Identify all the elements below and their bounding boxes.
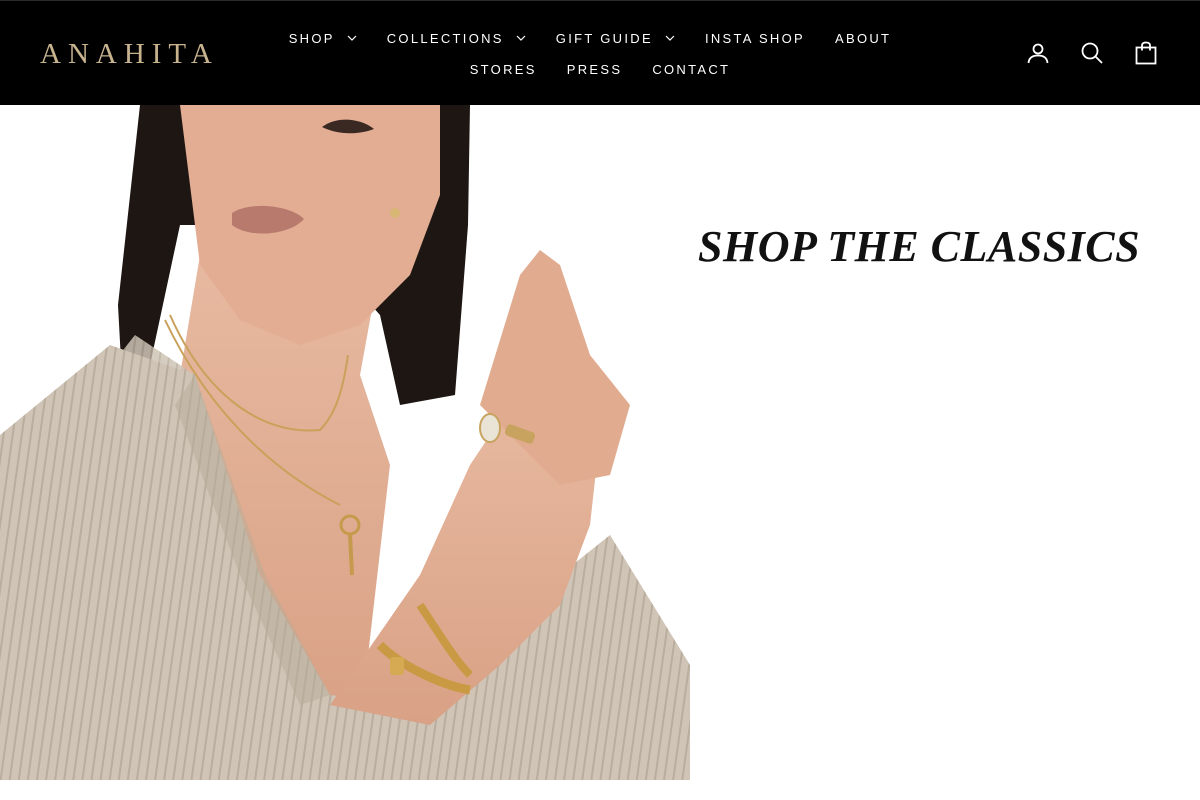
search-icon	[1081, 42, 1103, 64]
nav-item-about[interactable]: ABOUT	[835, 29, 891, 47]
main-nav-row-2: STORES PRESS CONTACT	[0, 60, 1200, 78]
bag-icon	[1135, 41, 1157, 65]
chevron-down-icon	[347, 35, 357, 41]
nav-item-gift-guide[interactable]: GIFT GUIDE	[556, 29, 675, 47]
nav-item-label: STORES	[469, 61, 537, 77]
nav-item-shop[interactable]: SHOP	[289, 29, 357, 47]
site-header: ANAHITA SHOP COLLECTIONS GIFT GUIDE INST…	[0, 0, 1200, 105]
chevron-down-icon	[516, 35, 526, 41]
nav-item-label: INSTA SHOP	[704, 30, 805, 46]
chevron-down-icon	[665, 35, 675, 41]
nav-item-press[interactable]: PRESS	[567, 60, 623, 78]
hero-title[interactable]: SHOP THE CLASSICS	[698, 221, 1178, 272]
nav-item-label: COLLECTIONS	[386, 30, 504, 46]
hero-banner: SHOP THE CLASSICS	[0, 105, 1200, 780]
nav-item-stores[interactable]: STORES	[470, 60, 537, 78]
account-button[interactable]	[1026, 39, 1050, 67]
nav-item-label: ABOUT	[835, 30, 892, 46]
main-nav-row-1: SHOP COLLECTIONS GIFT GUIDE INSTA SHOP A…	[0, 29, 1190, 47]
nav-item-label: SHOP	[288, 30, 335, 46]
nav-item-collections[interactable]: COLLECTIONS	[387, 29, 526, 47]
cart-button[interactable]	[1134, 39, 1158, 67]
nav-item-contact[interactable]: CONTACT	[652, 60, 730, 78]
header-icons	[1026, 39, 1158, 67]
nav-item-label: PRESS	[566, 61, 623, 77]
nav-item-label: GIFT GUIDE	[555, 30, 653, 46]
nav-item-insta-shop[interactable]: INSTA SHOP	[705, 29, 805, 47]
nav-item-label: CONTACT	[652, 61, 731, 77]
hero-model-image[interactable]	[0, 105, 690, 780]
search-button[interactable]	[1080, 39, 1104, 67]
user-icon	[1027, 43, 1049, 64]
